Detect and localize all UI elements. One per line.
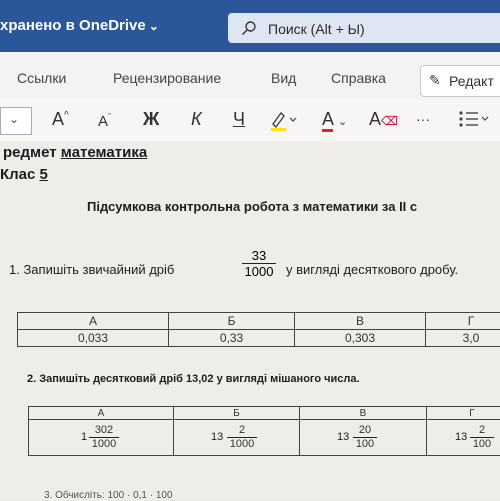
option-a-value: 1 3021000: [29, 420, 174, 456]
ribbon-tabs: Ссылки Рецензирование Вид Справка ✎ Реда…: [0, 52, 500, 99]
clear-formatting-icon[interactable]: A⌫: [369, 109, 398, 130]
edit-button[interactable]: ✎ Редакт: [420, 65, 500, 97]
grow-font-button[interactable]: A^: [52, 109, 69, 130]
pencil-icon: ✎: [429, 72, 441, 89]
option-c-value: 13 20100: [300, 420, 427, 456]
italic-button[interactable]: К: [191, 109, 202, 130]
fraction: 2100: [470, 424, 494, 451]
document-title: Підсумкова контрольна робота з математик…: [87, 199, 417, 214]
subject-label: редмет: [3, 144, 57, 161]
document-canvas[interactable]: редмет математика Клас 5 Підсумкова конт…: [0, 141, 500, 500]
fraction: 21000: [227, 424, 257, 451]
font-color-button[interactable]: A ⌄: [322, 109, 347, 130]
class-line: Клас 5: [0, 166, 48, 183]
fraction-numerator: 20: [353, 424, 377, 437]
title-bar: хранено в OneDrive⌄ Поиск (Alt + Ы): [0, 0, 500, 52]
fraction-denominator: 1000: [227, 437, 257, 451]
search-icon: [241, 20, 257, 41]
option-d-value: 13 2100: [427, 420, 500, 456]
subject-value: математика: [61, 144, 147, 161]
tab-review[interactable]: Рецензирование: [113, 70, 221, 86]
class-label: Клас: [0, 166, 35, 183]
question-1-options: А Б В Г 0,033 0,33 0,303 3,0: [17, 312, 500, 347]
fraction: 20100: [353, 424, 377, 451]
whole-part: 13: [211, 431, 223, 443]
option-a-header: А: [18, 313, 169, 330]
chevron-down-icon: ⌄: [149, 19, 159, 33]
fraction-numerator: 33: [242, 248, 276, 263]
option-d-value: 3,0: [426, 330, 500, 347]
whole-part: 13: [337, 431, 349, 443]
fraction-denominator: 1000: [242, 263, 276, 279]
shrink-font-button[interactable]: Aˇ: [98, 112, 111, 130]
tab-view[interactable]: Вид: [271, 70, 296, 86]
bold-button[interactable]: Ж: [143, 109, 159, 130]
option-a-header: А: [29, 407, 174, 420]
search-placeholder: Поиск (Alt + Ы): [268, 21, 365, 37]
whole-part: 13: [455, 431, 467, 443]
fraction-numerator: 302: [89, 424, 119, 437]
question-2-options: А Б В Г 1 3021000 13 21000 13 20100 13 2…: [28, 406, 500, 456]
question-2-text: 2. Запишіть десятковий дріб 13,02 у вигл…: [27, 373, 360, 385]
saved-status[interactable]: хранено в OneDrive⌄: [0, 17, 159, 34]
tab-references[interactable]: Ссылки: [17, 70, 66, 86]
fraction-denominator: 100: [470, 437, 494, 451]
more-options-button[interactable]: ···: [416, 111, 430, 127]
whole-part: 1: [81, 431, 87, 443]
tab-help[interactable]: Справка: [331, 70, 386, 86]
option-b-value: 0,33: [169, 330, 295, 347]
option-c-header: В: [295, 313, 426, 330]
search-box[interactable]: Поиск (Alt + Ы): [228, 13, 500, 43]
edit-label: Редакт: [449, 73, 494, 89]
font-color-label: A: [322, 109, 333, 132]
option-c-value: 0,303: [295, 330, 426, 347]
highlight-icon[interactable]: [270, 109, 300, 136]
question-1-text-end: у вигляді десяткового дробу.: [286, 262, 458, 277]
fraction: 3021000: [89, 424, 119, 451]
font-size-dropdown[interactable]: ⌄: [0, 107, 32, 135]
class-value: 5: [40, 166, 48, 183]
fraction-denominator: 100: [353, 437, 377, 451]
question-3-text: 3. Обчисліть: 100 · 0,1 · 100: [44, 490, 173, 501]
grow-font-label: A: [52, 109, 64, 129]
fraction-numerator: 2: [470, 424, 494, 437]
fraction-denominator: 1000: [89, 437, 119, 451]
formatting-toolbar: ⌄ A^ Aˇ Ж К Ч A ⌄ A⌫ ···: [0, 99, 500, 142]
option-d-header: Г: [427, 407, 500, 420]
option-c-header: В: [300, 407, 427, 420]
fraction-numerator: 2: [227, 424, 257, 437]
option-b-header: Б: [174, 407, 300, 420]
question-1-fraction: 33 1000: [242, 248, 276, 279]
option-a-value: 0,033: [18, 330, 169, 347]
underline-button[interactable]: Ч: [233, 109, 245, 130]
subject-line: редмет математика: [3, 144, 147, 161]
shrink-font-label: A: [98, 113, 108, 130]
question-1-text: 1. Запишіть звичайний дріб: [9, 262, 174, 277]
bullets-icon[interactable]: [458, 109, 492, 134]
option-d-header: Г: [426, 313, 500, 330]
option-b-value: 13 21000: [174, 420, 300, 456]
chevron-down-icon: ⌄: [9, 112, 19, 126]
saved-label: хранено в OneDrive: [0, 17, 146, 34]
option-b-header: Б: [169, 313, 295, 330]
